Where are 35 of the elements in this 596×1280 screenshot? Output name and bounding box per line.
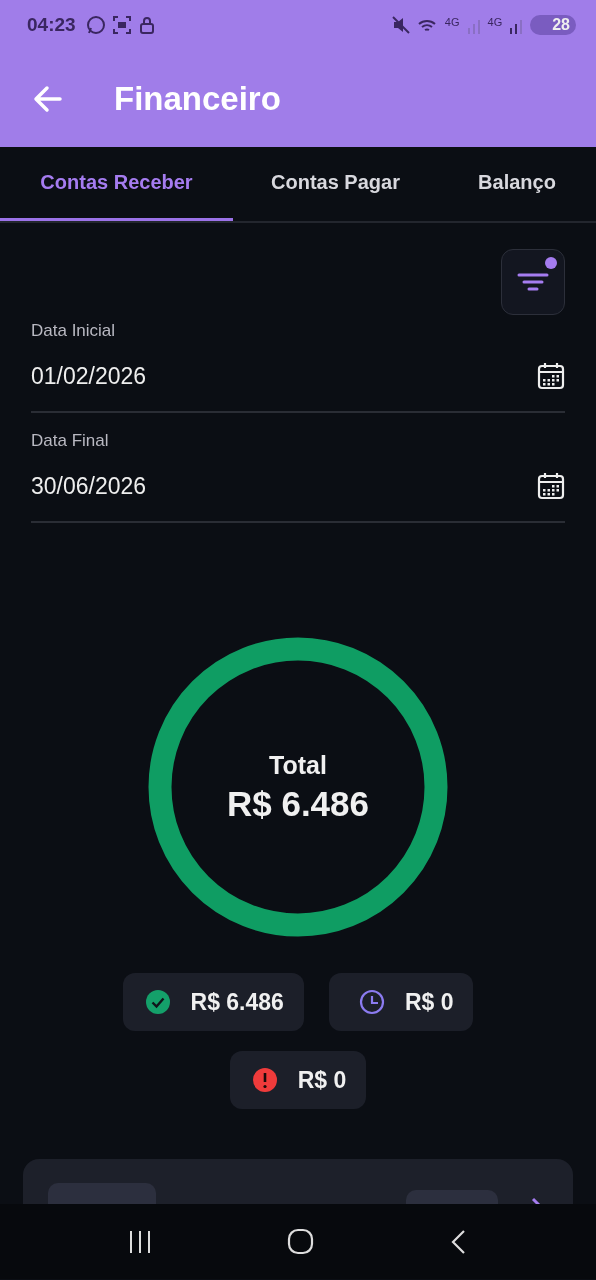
tab[interactable]: Contas Pagar (233, 147, 438, 221)
date-field[interactable]: Data Inicial 01/02/2026 (31, 321, 565, 413)
network-label: 4G (444, 16, 460, 28)
mute-icon (390, 15, 411, 35)
chip-amount: R$ 6.486 (190, 988, 284, 1016)
battery-level: 28 (530, 15, 576, 35)
field-label: Data Inicial (31, 321, 117, 341)
status-time: 04:23 (27, 14, 76, 36)
screen-title: Financeiro (114, 79, 281, 118)
calendar-icon (537, 472, 565, 500)
nav-button[interactable] (127, 1228, 152, 1255)
network-label: 4G (487, 16, 503, 28)
recent-apps-icon (127, 1228, 152, 1255)
screenshot-icon (111, 15, 132, 35)
calendar-icon (537, 362, 565, 390)
chip-amount: R$ 0 (404, 988, 454, 1016)
filter-button[interactable] (501, 249, 565, 315)
date-field[interactable]: Data Final 30/06/2026 (31, 431, 565, 523)
clock-icon (358, 989, 385, 1015)
alert-icon (251, 1067, 278, 1093)
chip-amount: R$ 0 (297, 1066, 347, 1094)
filter-icon (516, 271, 550, 293)
tab[interactable]: Balanço (438, 147, 596, 221)
field-value: 30/06/2026 (31, 472, 147, 500)
home-icon (287, 1228, 315, 1255)
total-amount: R$ 6.486 (226, 783, 370, 824)
tab[interactable]: Contas Receber (0, 147, 233, 221)
chat-icon (85, 15, 106, 35)
nav-button[interactable] (287, 1228, 315, 1255)
lock-icon (137, 15, 156, 35)
field-label: Data Final (31, 431, 110, 451)
total-label: Total (269, 750, 327, 780)
active-filter-dot (545, 257, 557, 269)
check-circle-icon (144, 989, 171, 1015)
field-value: 01/02/2026 (31, 362, 147, 390)
